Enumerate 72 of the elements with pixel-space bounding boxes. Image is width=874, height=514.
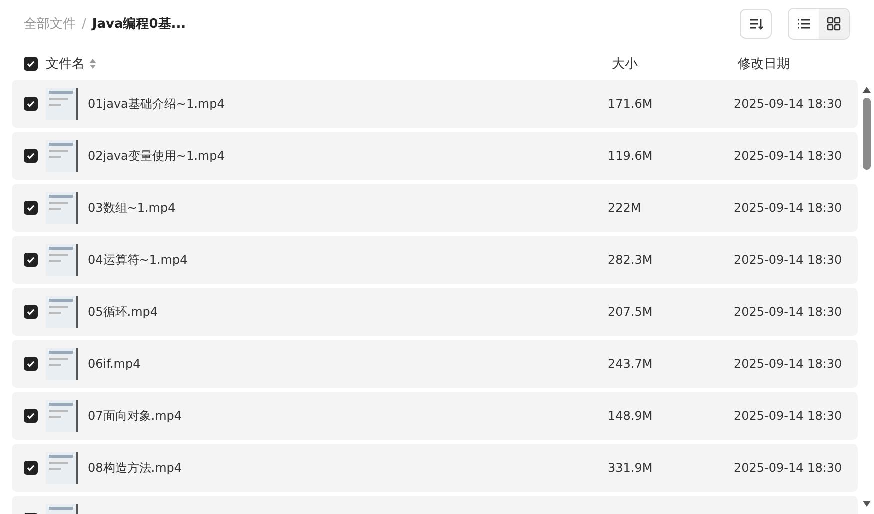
modified-date: 2025-09-14 18:30 — [734, 357, 842, 371]
modified-date: 2025-09-14 18:30 — [734, 149, 842, 163]
row-checkbox[interactable] — [24, 97, 38, 111]
file-size: 171.6M — [608, 97, 654, 111]
file-name[interactable]: 04运算符~1.mp4 — [88, 252, 608, 268]
check-icon — [26, 59, 36, 69]
sort-icon — [748, 16, 764, 32]
modified-date: 2025-09-14 18:30 — [734, 409, 842, 423]
check-icon — [26, 307, 36, 317]
file-row[interactable]: 02java变量使用~1.mp4 119.6M 2025-09-14 18:30 — [12, 132, 858, 180]
column-header: 大小 — [612, 56, 638, 73]
file-name[interactable]: 08构造方法.mp4 — [88, 460, 608, 476]
column-header[interactable]: 文件名 — [46, 55, 85, 73]
file-name[interactable]: 07面向对象.mp4 — [88, 408, 608, 424]
scroll-down-icon[interactable] — [862, 500, 872, 508]
column-header: 修改日期 — [738, 56, 790, 73]
sort-arrows-icon[interactable] — [89, 58, 97, 70]
video-thumbnail — [46, 452, 78, 484]
check-icon — [26, 255, 36, 265]
file-row[interactable]: 06if.mp4 243.7M 2025-09-14 18:30 — [12, 340, 858, 388]
file-row[interactable]: 03数组~1.mp4 222M 2025-09-14 18:30 — [12, 184, 858, 232]
list-icon — [797, 17, 811, 31]
file-name[interactable]: 03数组~1.mp4 — [88, 200, 608, 216]
grid-icon — [827, 17, 841, 31]
row-checkbox[interactable] — [24, 253, 38, 267]
scrollbar-thumb[interactable] — [863, 98, 871, 170]
file-size: 148.9M — [608, 409, 654, 423]
modified-date: 2025-09-14 18:30 — [734, 305, 842, 319]
check-icon — [26, 151, 36, 161]
select-all-checkbox[interactable] — [24, 57, 38, 71]
file-row[interactable]: 04运算符~1.mp4 282.3M 2025-09-14 18:30 — [12, 236, 858, 284]
file-size: 331.9M — [608, 461, 654, 475]
file-size: 282.3M — [608, 253, 654, 267]
video-thumbnail — [46, 140, 78, 172]
file-size: 222M — [608, 201, 642, 215]
row-checkbox[interactable] — [24, 409, 38, 423]
video-thumbnail — [46, 400, 78, 432]
row-checkbox[interactable] — [24, 461, 38, 475]
check-icon — [26, 99, 36, 109]
file-row[interactable]: 01java基础介绍~1.mp4 171.6M 2025-09-14 18:30 — [12, 80, 858, 128]
row-checkbox[interactable] — [24, 357, 38, 371]
video-thumbnail — [46, 192, 78, 224]
file-name[interactable]: 01java基础介绍~1.mp4 — [88, 96, 608, 112]
file-row[interactable]: 08构造方法.mp4 331.9M 2025-09-14 18:30 — [12, 444, 858, 492]
row-checkbox[interactable] — [24, 149, 38, 163]
breadcrumb-link[interactable]: Java编程0基... — [92, 15, 186, 33]
video-thumbnail — [46, 348, 78, 380]
row-checkbox[interactable] — [24, 201, 38, 215]
video-thumbnail — [46, 296, 78, 328]
file-row[interactable]: 05循环.mp4 207.5M 2025-09-14 18:30 — [12, 288, 858, 336]
file-size: 243.7M — [608, 357, 654, 371]
breadcrumb-separator: / — [82, 16, 86, 32]
check-icon — [26, 463, 36, 473]
check-icon — [26, 203, 36, 213]
sort-button[interactable] — [740, 9, 772, 39]
file-size: 119.6M — [608, 149, 654, 163]
modified-date: 2025-09-14 18:30 — [734, 253, 842, 267]
view-button[interactable] — [819, 9, 849, 39]
check-icon — [26, 359, 36, 369]
video-thumbnail — [46, 88, 78, 120]
scroll-up-icon[interactable] — [862, 86, 872, 94]
check-icon — [26, 411, 36, 421]
file-size: 207.5M — [608, 305, 654, 319]
file-row[interactable]: 07面向对象.mp4 148.9M 2025-09-14 18:30 — [12, 392, 858, 440]
file-name[interactable]: 02java变量使用~1.mp4 — [88, 148, 608, 164]
row-checkbox[interactable] — [24, 305, 38, 319]
modified-date: 2025-09-14 18:30 — [734, 461, 842, 475]
modified-date: 2025-09-14 18:30 — [734, 201, 842, 215]
modified-date: 2025-09-14 18:30 — [734, 97, 842, 111]
video-thumbnail — [46, 244, 78, 276]
file-name[interactable]: 06if.mp4 — [88, 357, 608, 371]
file-name[interactable]: 05循环.mp4 — [88, 304, 608, 320]
